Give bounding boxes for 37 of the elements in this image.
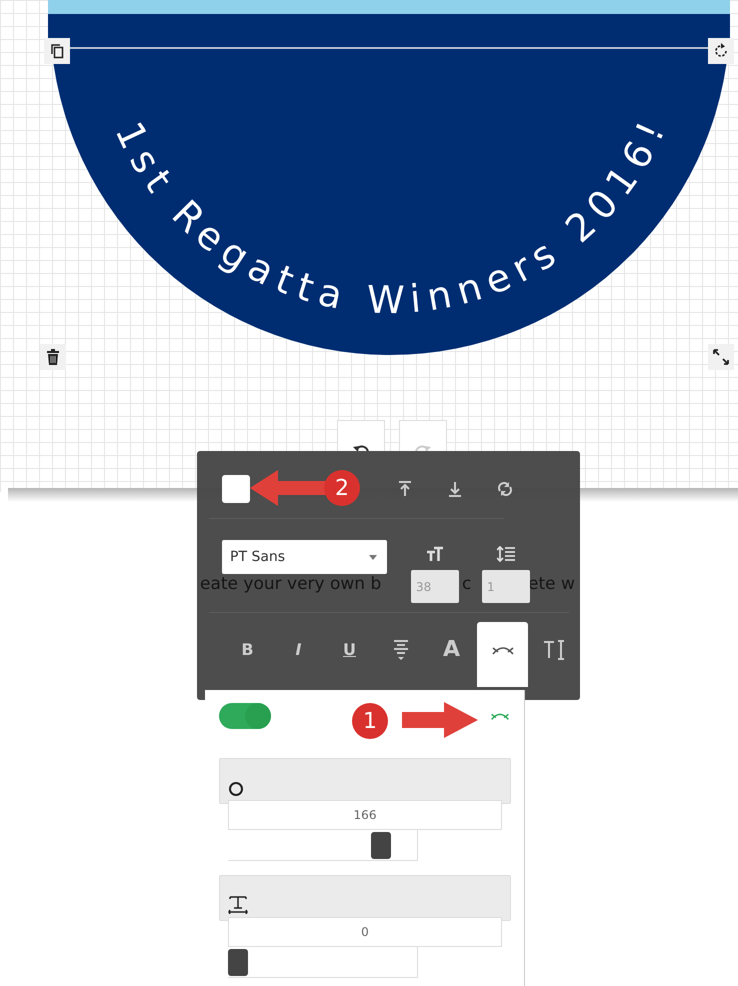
text-cursor-icon xyxy=(542,640,564,660)
delete-handle[interactable] xyxy=(40,344,66,370)
resize-icon xyxy=(712,348,730,366)
copy-icon xyxy=(49,43,65,59)
text-width-icon xyxy=(228,894,248,914)
color-swatch[interactable] xyxy=(222,475,250,503)
curve-toggle[interactable] xyxy=(219,703,271,729)
background-text: eate your very own b xyxy=(200,574,382,594)
underline-button[interactable]: U xyxy=(324,622,375,687)
curve-icon xyxy=(490,711,510,721)
align-top-icon xyxy=(398,481,412,497)
duplicate-handle[interactable] xyxy=(44,38,70,64)
slider-track[interactable] xyxy=(228,830,418,861)
slider-track[interactable] xyxy=(228,947,418,978)
circle-icon xyxy=(228,781,244,797)
background-text: ete w xyxy=(528,574,575,594)
step-number: 1 xyxy=(363,708,377,734)
trash-icon xyxy=(46,349,60,365)
refresh-icon xyxy=(497,481,513,497)
slider-thumb[interactable] xyxy=(228,949,248,976)
slider-thumb[interactable] xyxy=(370,832,391,859)
align-center-icon xyxy=(392,638,408,660)
font-size-icon xyxy=(426,546,444,562)
spacing-field[interactable]: 0 xyxy=(228,917,502,947)
caret-icon xyxy=(369,554,377,560)
rotate-handle[interactable] xyxy=(708,38,734,64)
resize-handle[interactable] xyxy=(708,344,734,370)
align-bottom-icon xyxy=(448,481,462,497)
bold-button[interactable]: B xyxy=(222,622,273,687)
italic-button[interactable]: I xyxy=(273,622,324,687)
outline-button[interactable]: A xyxy=(426,622,477,687)
undo-button[interactable] xyxy=(337,420,385,451)
background-text: c xyxy=(462,574,472,594)
radius-field[interactable]: 166 xyxy=(228,800,502,830)
line-height-icon xyxy=(497,546,515,562)
step-number: 2 xyxy=(335,476,349,500)
font-dropdown[interactable]: PT Sans xyxy=(222,540,387,574)
